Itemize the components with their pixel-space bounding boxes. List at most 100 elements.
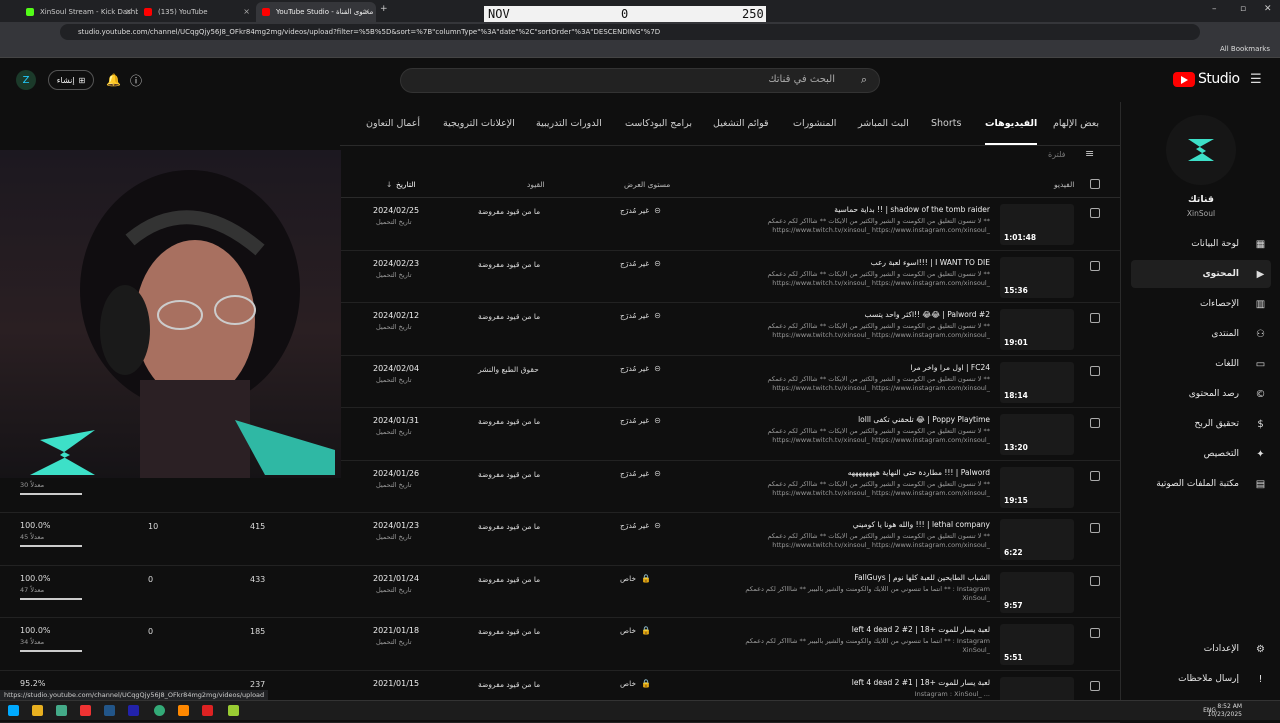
video-thumbnail[interactable]: 19:01 xyxy=(1000,309,1074,350)
browser-tab-youtube[interactable]: (135) YouTube × xyxy=(138,2,256,22)
sidebar-item-languages[interactable]: اللغات▭ xyxy=(1131,350,1271,378)
row-checkbox[interactable] xyxy=(1090,313,1100,323)
visibility-cell[interactable]: غير مُدرَج⊝ xyxy=(620,364,661,373)
visibility-cell[interactable]: غير مُدرَج⊝ xyxy=(620,416,661,425)
video-thumbnail[interactable]: 6:22 xyxy=(1000,519,1074,560)
search-icon[interactable]: ⌕ xyxy=(861,73,867,87)
visibility-cell[interactable]: خاص🔒 xyxy=(620,574,651,583)
sidebar-item-analytics[interactable]: الإحصاءات▥ xyxy=(1131,290,1271,318)
sidebar-item-community[interactable]: المنتدى⚇ xyxy=(1131,320,1271,348)
select-all-checkbox[interactable] xyxy=(1090,179,1100,189)
visibility-cell[interactable]: غير مُدرَج⊝ xyxy=(620,521,661,530)
account-avatar[interactable]: Z xyxy=(16,70,36,90)
video-thumbnail[interactable]: 13:20 xyxy=(1000,414,1074,455)
tab-shorts[interactable]: Shorts xyxy=(931,118,961,129)
brave-icon[interactable] xyxy=(80,705,91,716)
video-title[interactable]: left 4 dead 2 #2 | لعبة يسار للموت +18 xyxy=(852,625,990,634)
filter-icon[interactable]: ≡ xyxy=(1085,147,1094,160)
sort-desc-icon[interactable]: ↓ xyxy=(386,180,392,189)
url-input[interactable]: studio.youtube.com/channel/UCqgQjy56J8_O… xyxy=(60,24,1200,40)
sidebar-item-content[interactable]: المحتوى▶ xyxy=(1131,260,1271,288)
studio-logo[interactable]: Studio xyxy=(1173,71,1240,87)
all-bookmarks-link[interactable]: All Bookmarks xyxy=(1220,45,1270,53)
visibility-cell[interactable]: غير مُدرَج⊝ xyxy=(620,469,661,478)
channel-search-input[interactable]: البحث في قناتك ⌕ xyxy=(400,68,880,93)
browser-tab-studio[interactable]: YouTube Studio - محتوى القناة × xyxy=(256,2,376,22)
video-thumbnail[interactable]: 19:15 xyxy=(1000,467,1074,508)
row-checkbox[interactable] xyxy=(1090,681,1100,691)
visibility-cell[interactable]: غير مُدرَج⊝ xyxy=(620,206,661,215)
row-checkbox[interactable] xyxy=(1090,208,1100,218)
sidebar-item-audio-library[interactable]: مكتبة الملفات الصوتية▤ xyxy=(1131,470,1271,498)
column-video[interactable]: الفيديو xyxy=(1054,180,1074,189)
column-date[interactable]: التاريخ xyxy=(396,180,415,189)
hamburger-menu-icon[interactable]: ☰ xyxy=(1250,72,1262,87)
video-title[interactable]: اسوء لعبة رعب!!! | I WANT TO DIE xyxy=(871,258,990,267)
app-icon[interactable] xyxy=(178,705,189,716)
sidebar-item-settings[interactable]: الإعدادات⚙ xyxy=(1131,635,1271,663)
premiere-icon[interactable] xyxy=(128,705,139,716)
visibility-cell[interactable]: خاص🔒 xyxy=(620,626,651,635)
video-title[interactable]: FallGuys | الشباب الطايحين للعبة كلها نو… xyxy=(854,573,990,582)
sidebar-item-customization[interactable]: التخصيص✦ xyxy=(1131,440,1271,468)
tab-playlists[interactable]: قوائم التشغيل xyxy=(713,118,769,129)
steam-icon[interactable] xyxy=(104,705,115,716)
app-icon[interactable] xyxy=(56,705,67,716)
video-title[interactable]: اكثر واحد يتسب!! 😂😂 | Palword #2 xyxy=(865,310,990,319)
tab-podcasts[interactable]: برامج البودكاست xyxy=(625,118,692,129)
sidebar-item-feedback[interactable]: إرسال ملاحظات! xyxy=(1131,665,1271,693)
notifications-bell-icon[interactable]: 🔔 xyxy=(106,73,121,87)
create-button[interactable]: إنشاء ⊞ xyxy=(48,70,94,90)
windows-start-icon[interactable] xyxy=(8,705,19,716)
row-checkbox[interactable] xyxy=(1090,523,1100,533)
filter-bar[interactable]: ≡ فلترة xyxy=(340,146,1120,166)
tab-courses[interactable]: الدورات التدريبية xyxy=(536,118,602,129)
tab-promotions[interactable]: الإعلانات الترويجية xyxy=(443,118,515,129)
sidebar-item-dashboard[interactable]: لوحة البيانات▦ xyxy=(1131,230,1271,258)
row-checkbox[interactable] xyxy=(1090,418,1100,428)
tab-inspiration[interactable]: بعض الإلهام xyxy=(1053,118,1099,129)
column-visibility[interactable]: مستوى العرض xyxy=(624,180,670,189)
video-title[interactable]: lolll تلحقني تكفى 😂 | Poppy Playtime xyxy=(858,415,990,424)
visibility-cell[interactable]: غير مُدرَج⊝ xyxy=(620,259,661,268)
maximize-icon[interactable]: ▫ xyxy=(1240,4,1246,14)
channel-avatar[interactable] xyxy=(1166,115,1236,185)
chrome-icon[interactable] xyxy=(154,705,165,716)
video-thumbnail[interactable]: 18:14 xyxy=(1000,362,1074,403)
video-title[interactable]: والله هونا يا كوميني !!! | lethal compan… xyxy=(853,520,990,529)
new-tab-button[interactable]: + xyxy=(380,4,388,14)
video-title[interactable]: اول مرا واخر مرا | FC24 xyxy=(910,363,990,372)
row-checkbox[interactable] xyxy=(1090,471,1100,481)
video-thumbnail[interactable]: 9:57 xyxy=(1000,572,1074,613)
row-checkbox[interactable] xyxy=(1090,366,1100,376)
table-row[interactable]: 5:51 left 4 dead 2 #2 | لعبة يسار للموت +… xyxy=(0,618,1120,671)
visibility-cell[interactable]: غير مُدرَج⊝ xyxy=(620,311,661,320)
minimize-icon[interactable]: – xyxy=(1212,4,1217,14)
help-icon[interactable]: ⓘ xyxy=(130,72,142,89)
app-icon[interactable] xyxy=(228,705,239,716)
visibility-cell[interactable]: خاص🔒 xyxy=(620,679,651,688)
video-thumbnail[interactable]: 1:01:48 xyxy=(1000,204,1074,245)
row-checkbox[interactable] xyxy=(1090,628,1100,638)
row-checkbox[interactable] xyxy=(1090,576,1100,586)
taskbar-clock[interactable]: 8:52 AM 10/23/2025 xyxy=(1207,703,1242,719)
table-row[interactable]: 6:22 والله هونا يا كوميني !!! | lethal co… xyxy=(0,513,1120,566)
close-window-icon[interactable]: ✕ xyxy=(1264,4,1272,14)
row-checkbox[interactable] xyxy=(1090,261,1100,271)
video-title[interactable]: left 4 dead 2 #1 | لعبة يسار للموت +18 xyxy=(852,678,990,687)
tab-posts[interactable]: المنشورات xyxy=(793,118,836,129)
close-tab-icon[interactable]: × xyxy=(243,7,250,16)
video-thumbnail[interactable]: 5:51 xyxy=(1000,624,1074,665)
video-thumbnail[interactable]: 15:36 xyxy=(1000,257,1074,298)
video-title[interactable]: بداية حماسية !! | shadow of the tomb rai… xyxy=(834,205,990,214)
close-tab-icon[interactable]: × xyxy=(125,7,132,16)
tab-live[interactable]: البث المباشر xyxy=(858,118,909,129)
table-row[interactable]: 9:57 FallGuys | الشباب الطايحين للعبة كله… xyxy=(0,566,1120,619)
app-icon[interactable] xyxy=(202,705,213,716)
close-tab-icon[interactable]: × xyxy=(363,7,370,16)
video-title[interactable]: مطاردة حتى النهاية ههههههههه !!! | Palwo… xyxy=(848,468,990,477)
sidebar-item-monetization[interactable]: تحقيق الربح$ xyxy=(1131,410,1271,438)
filter-placeholder[interactable]: فلترة xyxy=(1048,150,1066,159)
file-explorer-icon[interactable] xyxy=(32,705,43,716)
browser-tab-kick[interactable]: XinSoul Stream - Kick Dashboa × xyxy=(20,2,138,22)
